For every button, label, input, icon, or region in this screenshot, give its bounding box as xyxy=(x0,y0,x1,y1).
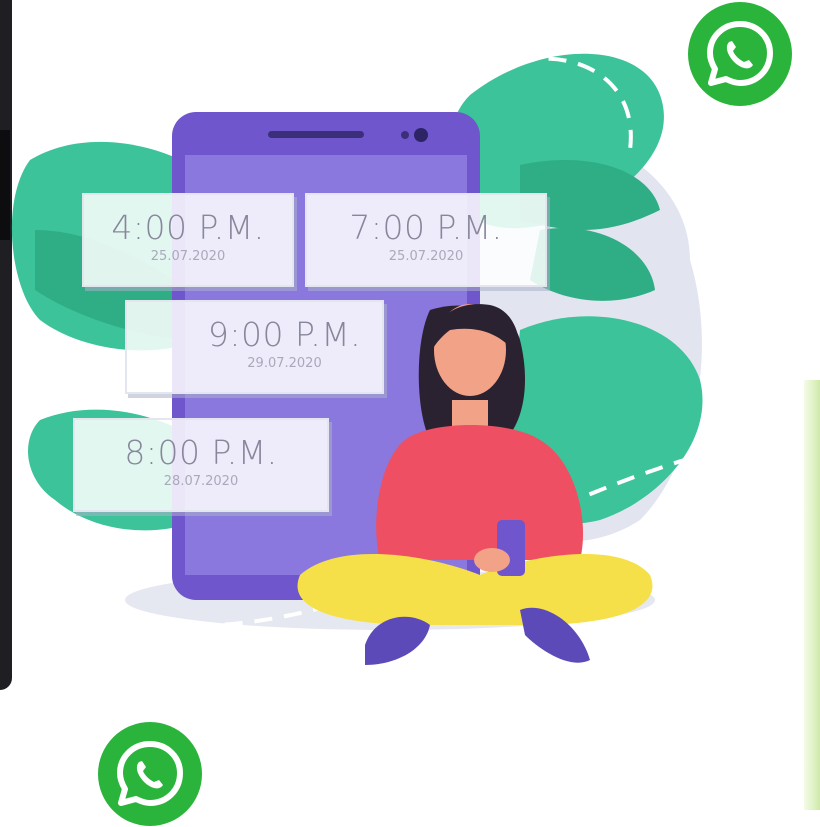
card-date: 29.07.2020 xyxy=(247,356,322,371)
whatsapp-icon[interactable] xyxy=(688,2,792,106)
card-time: 7:00 P.M. xyxy=(349,208,503,247)
whatsapp-icon-glyph xyxy=(98,722,202,826)
card-time: 8:00 P.M. xyxy=(124,433,278,472)
schedule-card: 9:00 P.M. 29.07.2020 xyxy=(125,300,384,394)
whatsapp-icon[interactable] xyxy=(98,722,202,826)
schedule-card: 8:00 P.M. 28.07.2020 xyxy=(73,418,329,512)
phone-camera xyxy=(414,128,428,142)
card-date: 25.07.2020 xyxy=(150,249,226,264)
card-time: 4:00 P.M. xyxy=(111,208,265,247)
card-date: 25.07.2020 xyxy=(388,249,464,264)
phone-speaker xyxy=(268,131,364,138)
card-date: 28.07.2020 xyxy=(163,474,239,489)
hand xyxy=(474,548,510,572)
schedule-card: 7:00 P.M. 25.07.2020 xyxy=(305,193,547,287)
card-time: 9:00 P.M. xyxy=(207,315,362,354)
whatsapp-icon-glyph xyxy=(688,2,792,106)
scheduling-illustration xyxy=(11,53,721,665)
schedule-card: 4:00 P.M. 25.07.2020 xyxy=(82,193,294,287)
illustration-stage: 4:00 P.M. 25.07.2020 7:00 P.M. 25.07.202… xyxy=(0,0,820,827)
